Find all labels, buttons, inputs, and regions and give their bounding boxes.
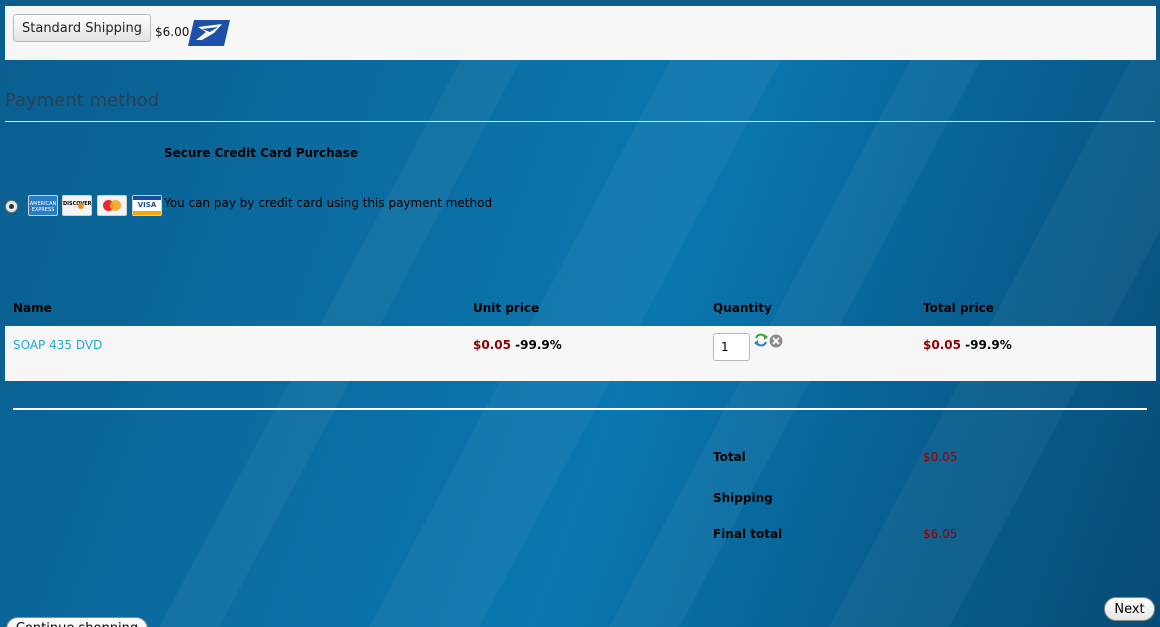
refresh-icon[interactable] [753,332,769,348]
next-button[interactable]: Next [1104,597,1155,621]
credit-card-radio[interactable] [5,200,18,213]
total-price: $0.05 -99.9% [923,338,1012,352]
payment-method-heading: Payment method [5,90,160,111]
quantity-input[interactable] [713,333,750,361]
unit-price-amount: $0.05 [473,338,511,352]
unit-price: $0.05 -99.9% [473,338,562,352]
shipping-label: Shipping [713,491,773,505]
shipping-price: $6.00 [155,25,190,39]
unit-price-discount: -99.9% [515,338,562,352]
shipping-method-panel: Standard Shipping $6.00 [5,6,1156,60]
product-link[interactable]: SOAP 435 DVD [13,338,102,352]
amex-card-icon: AMERICAN EXPRESS [28,195,58,216]
total-label: Total [713,450,746,464]
total-value: $0.05 [923,450,958,464]
column-header-unit-price: Unit price [473,301,540,315]
discover-card-icon: DISCOVER [62,195,92,216]
total-price-amount: $0.05 [923,338,961,352]
payment-method-description: You can pay by credit card using this pa… [164,196,493,210]
summary-divider [13,408,1147,410]
section-divider [5,121,1155,122]
table-row: SOAP 435 DVD $0.05 -99.9% $0.05 -99.9% [5,326,1156,381]
standard-shipping-button[interactable]: Standard Shipping [13,14,151,42]
payment-method-title: Secure Credit Card Purchase [164,146,359,160]
column-header-total-price: Total price [923,301,994,315]
column-header-quantity: Quantity [713,301,772,315]
column-header-name: Name [13,301,52,315]
final-total-label: Final total [713,527,783,541]
final-total-value: $6.05 [923,527,958,541]
total-price-discount: -99.9% [965,338,1012,352]
visa-card-icon: VISA [132,195,162,216]
mastercard-card-icon [97,195,127,216]
usps-eagle-icon [188,20,230,46]
remove-icon[interactable] [769,334,783,348]
continue-shopping-button[interactable]: Continue shopping [6,617,148,627]
